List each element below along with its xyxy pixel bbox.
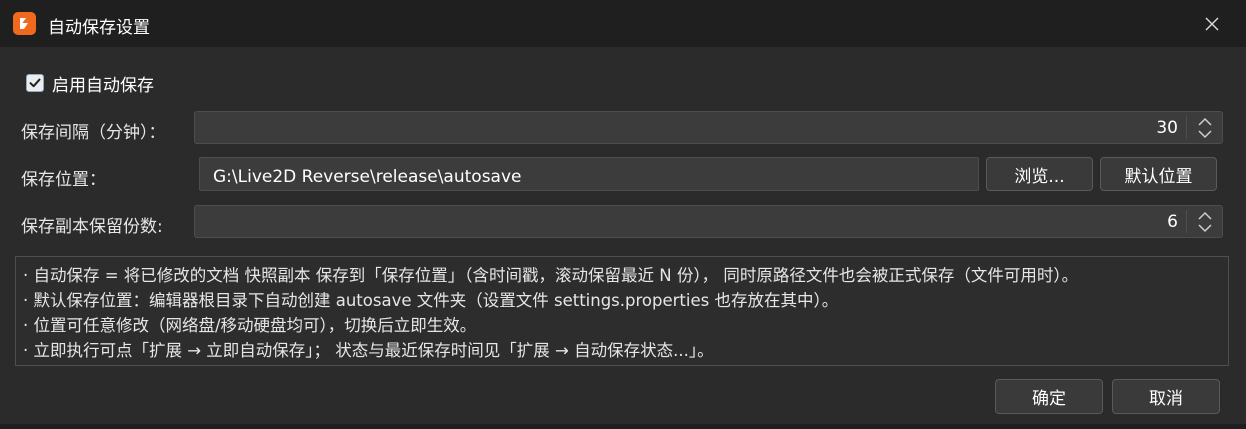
interval-spin-arrows[interactable] [1187,112,1222,143]
info-line: · 立即执行可点「扩展 → 立即自动保存」； 状态与最近保存时间见「扩展 → 自… [23,341,714,360]
copies-value: 6 [1167,212,1178,232]
info-line: · 默认保存位置：编辑器根目录下自动创建 autosave 文件夹（设置文件 s… [23,291,839,310]
ok-button[interactable]: 确定 [995,379,1103,414]
enable-autosave-label: 启用自动保存 [52,75,154,96]
interval-spinbox[interactable]: 30 [194,111,1223,144]
enable-autosave-checkbox-row[interactable]: 启用自动保存 [26,72,154,96]
spin-arrows-icon [1197,117,1212,138]
window-title: 自动保存设置 [48,18,150,38]
info-line: · 自动保存 = 将已修改的文档 快照副本 保存到「保存位置」（含时间戳，滚动保… [23,266,1079,285]
info-box: · 自动保存 = 将已修改的文档 快照副本 保存到「保存位置」（含时间戳，滚动保… [15,256,1229,366]
info-line: · 位置可任意修改（网络盘/移动硬盘均可），切换后立即生效。 [23,316,477,335]
copies-label: 保存副本保留份数: [21,217,163,237]
checkmark-icon [29,78,41,88]
interval-label: 保存间隔（分钟）： [21,123,166,143]
browse-button[interactable]: 浏览... [986,157,1093,191]
app-logo-icon [13,12,36,35]
spin-arrows-icon [1197,211,1212,232]
close-button[interactable] [1196,8,1228,40]
cancel-button[interactable]: 取消 [1112,379,1220,414]
enable-autosave-checkbox[interactable] [26,74,44,92]
close-icon [1205,17,1219,31]
default-location-button[interactable]: 默认位置 [1100,157,1217,191]
copies-spinbox[interactable]: 6 [194,205,1223,238]
location-input[interactable] [199,157,979,191]
window-bottom-edge [0,424,1246,429]
location-label: 保存位置： [21,170,106,190]
title-bar: 自动保存设置 [0,0,1246,47]
copies-spin-arrows[interactable] [1187,206,1222,237]
interval-value: 30 [1156,118,1178,138]
